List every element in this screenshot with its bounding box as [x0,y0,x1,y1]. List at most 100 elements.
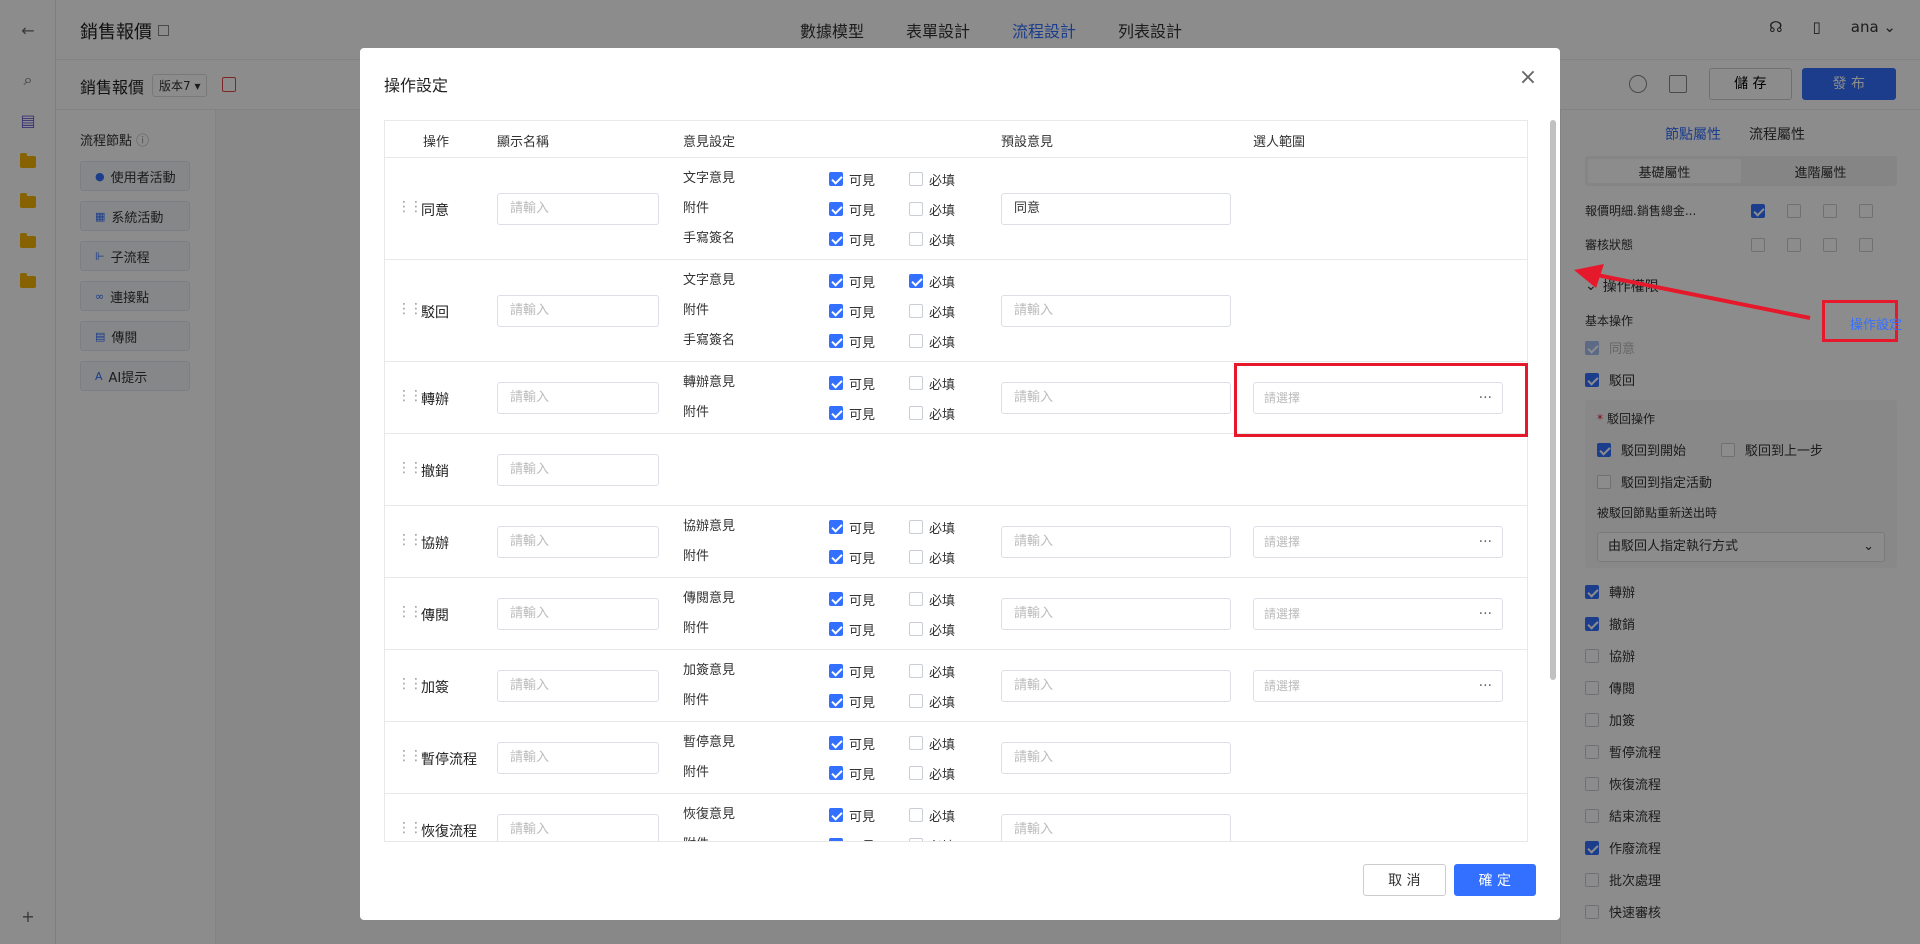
display-name-input[interactable]: 請輸入 [497,193,659,225]
required-checkbox[interactable] [909,172,924,186]
opinion-label: 附件 [683,765,710,780]
required-checkbox[interactable] [909,376,924,390]
default-opinion-input[interactable]: 請輸入 [1001,814,1231,841]
visible-checkbox[interactable] [829,304,843,318]
required-checkbox[interactable] [909,520,924,534]
visible-checkbox[interactable] [829,694,843,708]
required-label: 必填 [929,521,956,537]
visible-checkbox[interactable] [829,406,843,420]
opinion-label: 手寫簽名 [683,333,736,348]
cancel-button[interactable]: 取 消 [1363,864,1446,896]
select-placeholder: 請選擇 [1264,607,1301,621]
visible-checkbox[interactable] [829,736,843,750]
table-row: ⋮⋮恢復流程請輸入恢復意見可見必填附件可見必填請輸入 [385,794,1527,841]
visible-label: 可見 [849,173,876,189]
opinion-label: 協辦意見 [683,519,736,534]
required-checkbox[interactable] [909,550,924,564]
required-label: 必填 [929,407,956,423]
visible-checkbox[interactable] [829,274,843,288]
opinion-label: 附件 [683,621,710,636]
default-opinion-input[interactable]: 請輸入 [1001,526,1231,558]
visible-checkbox[interactable] [829,550,843,564]
col-select-scope: 選人範圍 [1253,135,1306,150]
opinion-checkboxes: 可見 必填 [829,302,955,321]
required-checkbox[interactable] [909,664,924,678]
required-checkbox[interactable] [909,808,924,822]
required-checkbox[interactable] [909,736,924,750]
required-checkbox[interactable] [909,304,924,318]
select-scope-picker[interactable]: 請選擇 ··· [1253,670,1503,702]
visible-checkbox[interactable] [829,664,843,678]
drag-handle-icon[interactable]: ⋮⋮ [397,461,423,475]
visible-checkbox[interactable] [829,766,843,780]
visible-checkbox[interactable] [829,172,843,186]
required-checkbox[interactable] [909,334,924,348]
display-name-input[interactable]: 請輸入 [497,454,659,486]
select-scope-picker[interactable]: 請選擇 ··· [1253,598,1503,630]
display-name-input[interactable]: 請輸入 [497,598,659,630]
visible-checkbox[interactable] [829,808,843,822]
required-label: 必填 [929,173,956,189]
more-icon[interactable]: ··· [1479,671,1492,701]
display-name-input[interactable]: 請輸入 [497,295,659,327]
opinion-checkboxes: 可見 必填 [829,230,955,249]
visible-checkbox[interactable] [829,592,843,606]
required-checkbox[interactable] [909,838,924,841]
table-body: ⋮⋮ 同意 請輸入 文字意見 可見 必填 附件 可見 必填 手寫簽名 可見 必填 同意 ⋮⋮ 駁回 請輸入 文字… [385,158,1527,841]
drag-handle-icon[interactable]: ⋮⋮ [397,302,423,316]
visible-label: 可見 [849,203,876,219]
opinion-label: 恢復意見 [683,807,736,822]
opinion-checkboxes: 可見 必填 [829,836,955,841]
display-name-input[interactable]: 請輸入 [497,526,659,558]
default-opinion-input[interactable]: 請輸入 [1001,742,1231,774]
required-label: 必填 [929,767,956,783]
col-display-name: 顯示名稱 [497,135,550,150]
display-name-input[interactable]: 請輸入 [497,814,659,841]
visible-checkbox[interactable] [829,232,843,246]
visible-checkbox[interactable] [829,520,843,534]
visible-checkbox[interactable] [829,334,843,348]
visible-checkbox[interactable] [829,622,843,636]
display-name-input[interactable]: 請輸入 [497,382,659,414]
visible-label: 可見 [849,305,876,321]
confirm-button[interactable]: 確 定 [1453,864,1536,896]
drag-handle-icon[interactable]: ⋮⋮ [397,749,423,763]
default-opinion-input[interactable]: 請輸入 [1001,382,1231,414]
required-checkbox[interactable] [909,232,924,246]
required-checkbox[interactable] [909,274,924,288]
opinion-checkboxes: 可見 必填 [829,332,955,351]
required-checkbox[interactable] [909,622,924,636]
visible-checkbox[interactable] [829,838,843,841]
scrollbar[interactable] [1550,120,1556,680]
close-icon[interactable]: × [1518,67,1538,89]
default-opinion-input[interactable]: 請輸入 [1001,670,1231,702]
required-checkbox[interactable] [909,592,924,606]
opinion-checkboxes: 可見 必填 [829,200,955,219]
select-scope-picker[interactable]: 請選擇 ··· [1253,526,1503,558]
opinion-label: 傳閱意見 [683,591,736,606]
default-opinion-input[interactable]: 同意 [1001,193,1231,225]
drag-handle-icon[interactable]: ⋮⋮ [397,533,423,547]
drag-handle-icon[interactable]: ⋮⋮ [397,821,423,835]
more-icon[interactable]: ··· [1479,527,1492,557]
select-placeholder: 請選擇 [1264,535,1301,549]
op-setting-link[interactable]: 操作設定 [1850,314,1902,333]
required-checkbox[interactable] [909,202,924,216]
display-name-input[interactable]: 請輸入 [497,670,659,702]
required-checkbox[interactable] [909,694,924,708]
more-icon[interactable]: ··· [1479,599,1492,629]
visible-checkbox[interactable] [829,376,843,390]
required-checkbox[interactable] [909,406,924,420]
visible-checkbox[interactable] [829,202,843,216]
drag-handle-icon[interactable]: ⋮⋮ [397,605,423,619]
default-opinion-input[interactable]: 請輸入 [1001,295,1231,327]
required-checkbox[interactable] [909,766,924,780]
drag-handle-icon[interactable]: ⋮⋮ [397,200,423,214]
opinion-checkboxes: 可見 必填 [829,734,955,753]
required-label: 必填 [929,665,956,681]
drag-handle-icon[interactable]: ⋮⋮ [397,677,423,691]
operation-name: 駁回 [421,305,449,321]
display-name-input[interactable]: 請輸入 [497,742,659,774]
drag-handle-icon[interactable]: ⋮⋮ [397,389,423,403]
default-opinion-input[interactable]: 請輸入 [1001,598,1231,630]
